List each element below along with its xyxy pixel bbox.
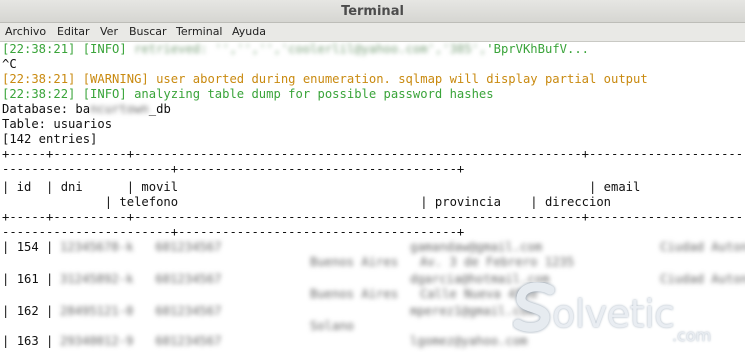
menu-ver[interactable]: Ver bbox=[100, 25, 118, 38]
redacted-cell: Buenos Aires bbox=[310, 287, 399, 301]
redacted-cell: Av. 3 de Febrero 1235 bbox=[420, 255, 575, 269]
row-id: 161 bbox=[16, 272, 39, 286]
table-line: Table: usuarios bbox=[2, 117, 113, 131]
table-row: | 163 | bbox=[2, 334, 54, 348]
table-row: | 161 | bbox=[2, 272, 54, 286]
menu-archivo[interactable]: Archivo bbox=[5, 25, 46, 38]
interrupt-line: ^C bbox=[2, 57, 17, 71]
table-row: | 154 | bbox=[2, 240, 54, 254]
row-id: 162 bbox=[16, 304, 39, 318]
row-id: 163 bbox=[16, 334, 39, 348]
database-label: Database: ba bbox=[2, 102, 91, 116]
log-line-info: [22:38:22] [INFO] analyzing table dump f… bbox=[2, 87, 494, 101]
table-header: | id | dni | movil | email | ciudad bbox=[2, 180, 641, 194]
menu-bar: Archivo Editar Ver Buscar Terminal Ayuda bbox=[0, 23, 745, 42]
menu-buscar[interactable]: Buscar bbox=[129, 25, 167, 38]
database-line: Database: bancurtown_db bbox=[2, 102, 171, 117]
title-bar[interactable]: Terminal bbox=[0, 0, 745, 23]
window-title: Terminal bbox=[341, 4, 404, 19]
redacted-text: retrieved: '','','','coolerlil@yahoo.com… bbox=[134, 42, 487, 56]
redacted-cell: 29340012-9 601234567 bbox=[60, 334, 222, 348]
entries-line: [142 entries] bbox=[2, 132, 98, 146]
log-prefix: [22:38:21] [INFO] bbox=[2, 42, 135, 56]
table-separator: +-----+----------+----------------------… bbox=[2, 147, 745, 161]
log-tail: 'BprVKhBufV... bbox=[486, 42, 590, 56]
log-line-warning: [22:38:21] [WARNING] user aborted during… bbox=[2, 72, 648, 86]
redacted-cell: lgomez@yahoo.com bbox=[410, 334, 528, 348]
menu-editar[interactable]: Editar bbox=[57, 25, 90, 38]
table-separator: -----------------------+----------------… bbox=[2, 225, 465, 239]
table-header: | telefono | provincia | direccion | bbox=[104, 195, 612, 209]
menu-ayuda[interactable]: Ayuda bbox=[232, 25, 266, 38]
redacted-cell: 28495121-0 601234567 bbox=[60, 304, 222, 318]
table-separator: -----------------------+----------------… bbox=[2, 162, 465, 176]
log-line-retrieved: [22:38:21] [INFO] retrieved: '','','','c… bbox=[2, 42, 589, 57]
menu-terminal[interactable]: Terminal bbox=[176, 25, 223, 38]
solvetic-watermark: olvetic .com bbox=[512, 276, 737, 348]
logo-text: olvetic bbox=[552, 292, 675, 336]
redacted-cell: 31245892-k 601234567 bbox=[60, 272, 222, 286]
terminal-window: Terminal Archivo Editar Ver Buscar Termi… bbox=[0, 0, 745, 352]
redacted-db-name: ncurtown bbox=[90, 102, 149, 116]
logo-suffix: .com bbox=[672, 326, 712, 345]
redacted-cell: Buenos Aires bbox=[310, 255, 399, 269]
database-suffix: _db bbox=[148, 102, 171, 116]
redacted-cell: 12345678-k 601234567 bbox=[60, 240, 222, 254]
redacted-cell: Ciudad Autonoma bbox=[660, 240, 745, 254]
redacted-cell: Solano bbox=[310, 319, 355, 333]
redacted-cell: gamandaw@gmail.com bbox=[410, 240, 543, 254]
table-separator: +-----+----------+----------------------… bbox=[2, 210, 745, 224]
row-id: 154 bbox=[16, 240, 39, 254]
table-row: | 162 | bbox=[2, 304, 54, 318]
